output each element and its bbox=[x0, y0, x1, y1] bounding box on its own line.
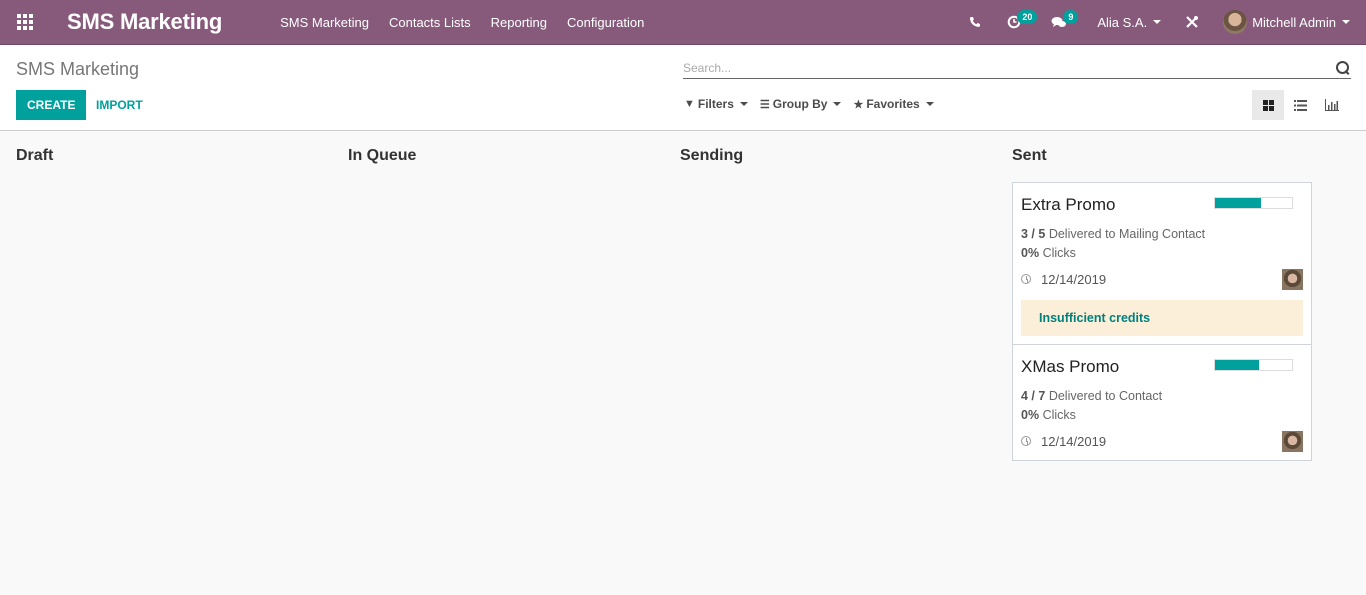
column-title: Draft bbox=[16, 147, 54, 164]
filter-icon: ▼ bbox=[684, 98, 695, 110]
kanban-column-sent: Sent Extra Promo 3 / 5 Delivered to Mail… bbox=[1012, 147, 1344, 461]
delivery-progress-bar bbox=[1214, 197, 1293, 209]
clicks-value: 0% bbox=[1021, 408, 1040, 422]
group-by-dropdown[interactable]: ☰ Group By bbox=[760, 97, 842, 111]
delivered-text: Delivered to Contact bbox=[1048, 389, 1163, 403]
kanban-card[interactable]: XMas Promo 4 / 7 Delivered to Contact 0%… bbox=[1012, 345, 1312, 461]
clock-icon bbox=[1021, 274, 1031, 284]
kanban-board: Draft In Queue Sending Sent Extra Promo … bbox=[0, 131, 1366, 461]
clicks-value: 0% bbox=[1021, 246, 1040, 260]
insufficient-credits-alert: Insufficient credits bbox=[1021, 300, 1303, 336]
user-name: Mitchell Admin bbox=[1252, 14, 1336, 30]
import-button[interactable]: IMPORT bbox=[86, 90, 153, 120]
delivered-stat: 3 / 5 Delivered to Mailing Contact bbox=[1021, 225, 1303, 244]
view-switcher bbox=[1252, 90, 1348, 120]
group-by-label: Group By bbox=[772, 97, 828, 111]
company-switcher[interactable]: Alia S.A. bbox=[1087, 0, 1171, 45]
graph-view-button[interactable] bbox=[1316, 90, 1348, 120]
column-title: In Queue bbox=[348, 147, 417, 164]
bar-chart-icon bbox=[1325, 99, 1339, 111]
clock-icon bbox=[1021, 436, 1031, 446]
caret-down-icon bbox=[739, 102, 748, 106]
tools-icon bbox=[1186, 16, 1199, 28]
delivered-stat: 4 / 7 Delivered to Contact bbox=[1021, 387, 1303, 406]
alert-text: Insufficient credits bbox=[1039, 311, 1151, 325]
clicks-text: Clicks bbox=[1042, 246, 1076, 260]
search-input[interactable] bbox=[683, 60, 1335, 75]
column-title: Sending bbox=[680, 147, 744, 164]
app-title: SMS Marketing bbox=[67, 9, 223, 34]
caret-down-icon bbox=[925, 102, 934, 106]
caret-down-icon bbox=[833, 102, 842, 106]
favorites-dropdown[interactable]: ★ Favorites bbox=[853, 97, 934, 111]
responsible-avatar[interactable] bbox=[1282, 430, 1303, 452]
activity-badge: 20 bbox=[1017, 9, 1038, 24]
delivery-progress-bar bbox=[1214, 359, 1293, 371]
clicks-stat: 0% Clicks bbox=[1021, 406, 1303, 425]
filters-dropdown[interactable]: ▼ Filters bbox=[684, 97, 748, 111]
phone-icon bbox=[970, 17, 981, 27]
activity-button[interactable]: 20 bbox=[997, 0, 1038, 45]
caret-down-icon bbox=[1153, 20, 1162, 24]
kanban-icon bbox=[1262, 99, 1274, 111]
kanban-column-sending: Sending bbox=[680, 147, 1012, 461]
search-icon[interactable] bbox=[1335, 60, 1351, 76]
progress-fill bbox=[1215, 360, 1259, 370]
messages-badge: 9 bbox=[1063, 9, 1079, 24]
apps-menu-icon[interactable] bbox=[0, 0, 50, 45]
control-panel: SMS Marketing CREATE IMPORT ▼ Filters ☰ … bbox=[0, 45, 1366, 131]
user-avatar bbox=[1223, 10, 1248, 34]
column-title: Sent bbox=[1012, 147, 1047, 164]
list-icon bbox=[1293, 99, 1307, 111]
kanban-card[interactable]: Extra Promo 3 / 5 Delivered to Mailing C… bbox=[1012, 182, 1312, 345]
menu-item-contacts-lists[interactable]: Contacts Lists bbox=[379, 0, 481, 45]
date-row: 12/14/2019 bbox=[1021, 268, 1303, 290]
kanban-column-in-queue: In Queue bbox=[348, 147, 680, 461]
bars-icon: ☰ bbox=[759, 98, 770, 111]
responsible-avatar[interactable] bbox=[1282, 268, 1303, 290]
filters-label: Filters bbox=[697, 97, 734, 111]
progress-fill bbox=[1215, 198, 1262, 208]
messages-button[interactable]: 9 bbox=[1041, 0, 1079, 45]
sent-date: 12/14/2019 bbox=[1041, 271, 1107, 287]
kanban-column-draft: Draft bbox=[16, 147, 348, 461]
delivered-count: 3 / 5 bbox=[1021, 227, 1046, 241]
clicks-text: Clicks bbox=[1042, 408, 1076, 422]
main-menu: SMS Marketing Contacts Lists Reporting C… bbox=[270, 0, 654, 45]
create-button[interactable]: CREATE bbox=[16, 90, 87, 120]
kanban-view-button[interactable] bbox=[1252, 90, 1284, 120]
sent-date: 12/14/2019 bbox=[1041, 433, 1107, 449]
phone-button[interactable] bbox=[959, 0, 991, 45]
caret-down-icon bbox=[1342, 20, 1350, 24]
search-bar bbox=[683, 57, 1351, 79]
menu-item-reporting[interactable]: Reporting bbox=[481, 0, 557, 45]
search-options: ▼ Filters ☰ Group By ★ Favorites bbox=[684, 97, 946, 111]
favorites-label: Favorites bbox=[866, 97, 920, 111]
systray: 20 9 Alia S.A. Mitchell Admin bbox=[959, 0, 1366, 45]
delivered-count: 4 / 7 bbox=[1021, 389, 1046, 403]
clicks-stat: 0% Clicks bbox=[1021, 244, 1303, 263]
breadcrumb: SMS Marketing bbox=[16, 59, 140, 79]
top-navbar: SMS Marketing SMS Marketing Contacts Lis… bbox=[0, 0, 1366, 45]
list-view-button[interactable] bbox=[1284, 90, 1316, 120]
delivered-text: Delivered to Mailing Contact bbox=[1048, 227, 1206, 241]
star-icon: ★ bbox=[853, 98, 864, 111]
debug-tools-button[interactable] bbox=[1171, 0, 1213, 45]
date-row: 12/14/2019 bbox=[1021, 430, 1303, 452]
menu-item-sms-marketing[interactable]: SMS Marketing bbox=[270, 0, 379, 45]
user-menu[interactable]: Mitchell Admin bbox=[1213, 0, 1366, 45]
menu-item-configuration[interactable]: Configuration bbox=[557, 0, 654, 45]
company-name: Alia S.A. bbox=[1097, 14, 1148, 30]
